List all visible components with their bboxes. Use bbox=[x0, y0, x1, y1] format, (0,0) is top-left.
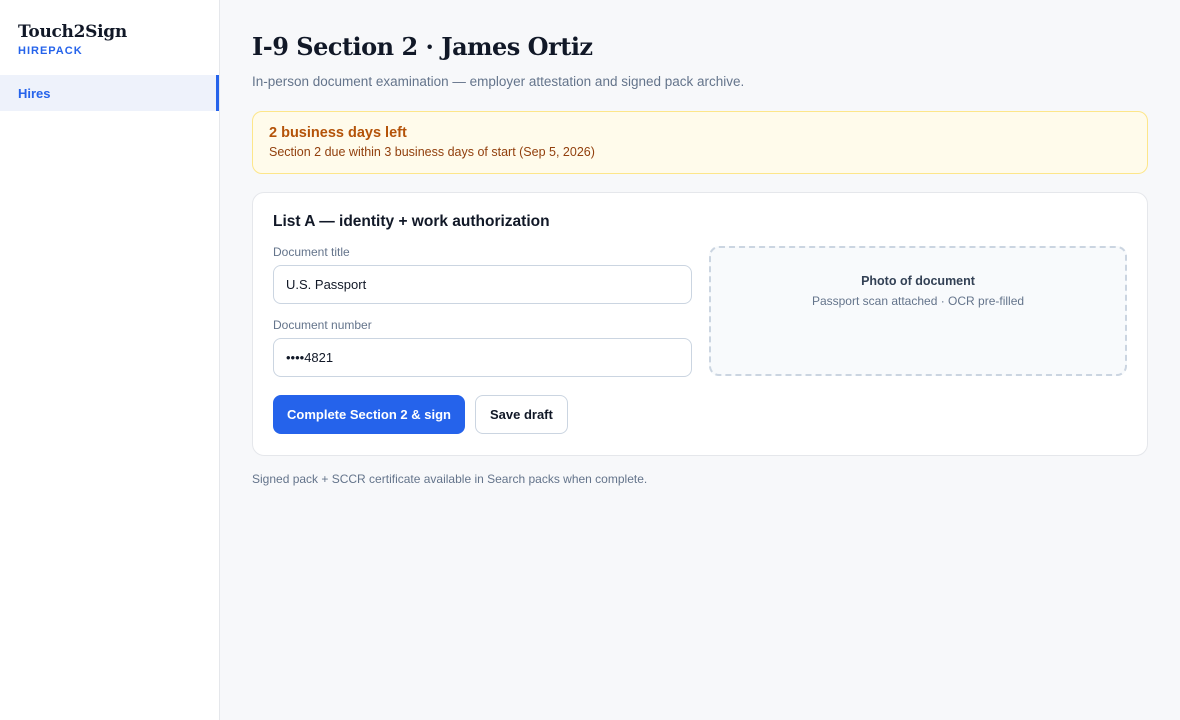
document-title-group: Document title bbox=[273, 245, 692, 304]
photo-title: Photo of document bbox=[861, 274, 975, 288]
document-number-input[interactable] bbox=[273, 338, 692, 377]
sidebar-nav: Hires bbox=[0, 75, 219, 111]
document-card: List A — identity + work authorization D… bbox=[252, 192, 1148, 456]
card-body: Document title Document number Photo of … bbox=[273, 245, 1127, 377]
sidebar: Touch2Sign HIREPACK Hires bbox=[0, 0, 220, 720]
document-title-input[interactable] bbox=[273, 265, 692, 304]
footnote: Signed pack + SCCR certificate available… bbox=[252, 472, 648, 486]
alert-title: 2 business days left bbox=[269, 125, 407, 141]
page-title: I-9 Section 2 · James Ortiz bbox=[252, 32, 593, 61]
document-fields: Document title Document number bbox=[273, 245, 692, 377]
main-content: I-9 Section 2 · James Ortiz In-person do… bbox=[220, 0, 1180, 720]
sidebar-item-hires[interactable]: Hires bbox=[0, 75, 219, 111]
sidebar-item-label: Hires bbox=[18, 85, 51, 101]
document-number-label: Document number bbox=[273, 318, 372, 332]
document-title-label: Document title bbox=[273, 245, 350, 259]
card-title: List A — identity + work authorization bbox=[273, 213, 550, 230]
brand: Touch2Sign HIREPACK bbox=[0, 0, 219, 75]
page-subtitle: In-person document examination — employe… bbox=[252, 74, 745, 89]
document-number-group: Document number bbox=[273, 318, 692, 377]
alert-text: Section 2 due within 3 business days of … bbox=[269, 145, 595, 159]
brand-subtitle: HIREPACK bbox=[18, 45, 83, 57]
brand-name: Touch2Sign bbox=[18, 22, 127, 42]
document-photo-dropzone[interactable]: Photo of document Passport scan attached… bbox=[709, 246, 1127, 376]
photo-subtitle: Passport scan attached · OCR pre-filled bbox=[811, 294, 1025, 308]
save-draft-button[interactable]: Save draft bbox=[474, 395, 568, 434]
app-root: Touch2Sign HIREPACK Hires I-9 Section 2 … bbox=[0, 0, 1180, 720]
card-actions: Complete Section 2 & sign Save draft bbox=[273, 395, 1127, 434]
complete-and-sign-button[interactable]: Complete Section 2 & sign bbox=[273, 395, 465, 434]
deadline-alert: 2 business days left Section 2 due withi… bbox=[252, 111, 1148, 174]
